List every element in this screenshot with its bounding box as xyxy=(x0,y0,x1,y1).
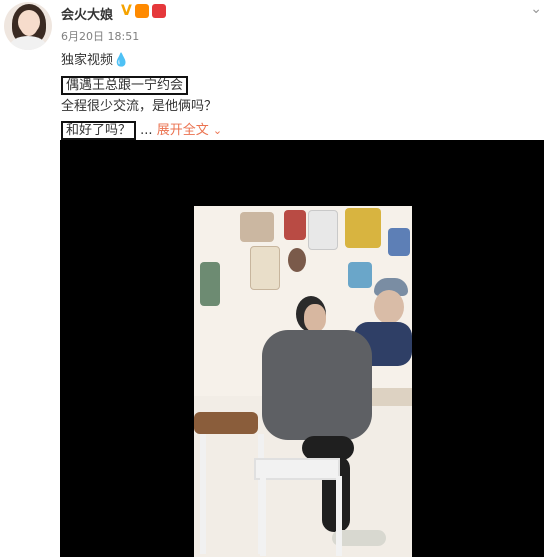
ellipsis: ... xyxy=(140,123,153,138)
post-time[interactable]: 6月20日 18:51 xyxy=(61,28,139,44)
video-frame[interactable] xyxy=(194,206,412,557)
badge-icon-2 xyxy=(151,4,166,18)
expand-link[interactable]: 展开全文 xyxy=(157,123,209,138)
wall-sign xyxy=(308,210,338,250)
wall-sign xyxy=(288,248,306,272)
wall-sign xyxy=(200,262,220,306)
highlight-box-2: 和好了吗？ xyxy=(61,121,137,140)
video-player[interactable] xyxy=(60,140,544,557)
wall-sign xyxy=(250,246,280,290)
badge-icon xyxy=(134,4,149,18)
username[interactable]: 会火大娘 xyxy=(61,4,113,23)
post-text-line-4: 和好了吗？ ... 展开全文 ⌄ xyxy=(61,119,222,140)
stool-seat xyxy=(194,412,258,434)
user-badges: V xyxy=(121,3,166,19)
wall-sign xyxy=(284,210,306,240)
hoodie xyxy=(262,330,372,440)
face xyxy=(304,304,326,332)
avatar-face-highlight xyxy=(20,14,38,36)
post-text-line-2-boxed: 偶遇王总跟一宁约会 xyxy=(61,74,189,95)
post-text-line-3: 全程很少交流，是他俩吗？ xyxy=(61,99,218,114)
wall-sign xyxy=(345,208,381,248)
chair-legs xyxy=(260,476,342,556)
highlight-box: 偶遇王总跟一宁约会 xyxy=(61,76,189,95)
avatar-body xyxy=(10,36,46,50)
wall-sign xyxy=(388,228,410,256)
head xyxy=(374,290,404,324)
post-menu-chevron-icon[interactable]: ⌄ xyxy=(530,1,542,17)
wall-sign xyxy=(240,212,274,242)
avatar[interactable] xyxy=(4,2,52,50)
post-text-line-1: 独家视频💧 xyxy=(61,53,130,68)
chevron-down-icon[interactable]: ⌄ xyxy=(213,124,222,137)
verified-icon: V xyxy=(121,3,132,19)
